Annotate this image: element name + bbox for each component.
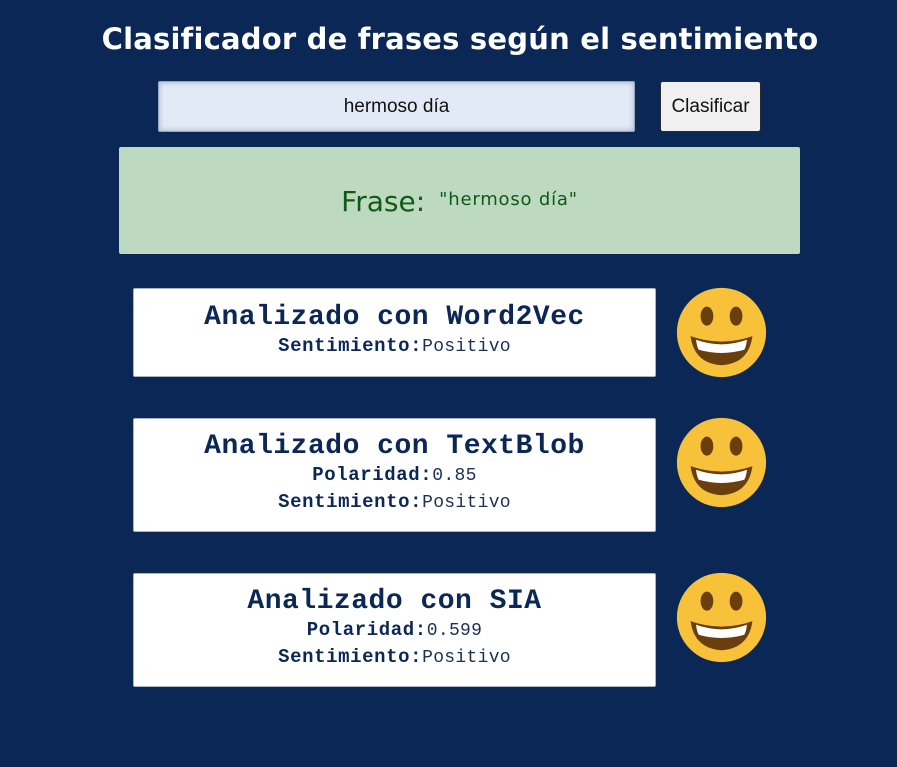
polarity-label: Polaridad:	[306, 618, 427, 641]
grinning-face-icon	[676, 572, 767, 663]
sia-card-title: Analizado con SIA	[247, 585, 542, 617]
textblob-polarity-row: Polaridad:0.85	[312, 462, 476, 489]
phrase-input[interactable]	[158, 81, 635, 132]
sia-result-card: Analizado con SIA Polaridad:0.599 Sentim…	[133, 573, 656, 687]
sia-polarity-row: Polaridad:0.599	[307, 617, 483, 644]
word2vec-card-title: Analizado con Word2Vec	[204, 301, 585, 333]
phrase-banner: Frase: "hermoso día"	[119, 147, 800, 254]
sia-sentiment-row: Sentimiento:Positivo	[278, 644, 511, 671]
sentiment-value: Positivo	[422, 647, 511, 668]
sentiment-label: Sentimiento:	[278, 490, 423, 513]
textblob-sentiment-row: Sentimiento:Positivo	[278, 489, 511, 516]
grinning-face-icon	[676, 287, 767, 378]
polarity-value: 0.599	[426, 620, 483, 641]
page-title: Clasificador de frases según el sentimie…	[101, 22, 819, 56]
sentiment-value: Positivo	[422, 336, 511, 357]
sentiment-label: Sentimiento:	[278, 334, 423, 357]
textblob-card-title: Analizado con TextBlob	[204, 430, 585, 462]
sentiment-value: Positivo	[422, 492, 511, 513]
polarity-label: Polaridad:	[312, 463, 433, 486]
phrase-label: Frase:	[341, 185, 426, 218]
classify-button[interactable]: Clasificar	[660, 81, 761, 132]
word2vec-result-card: Analizado con Word2Vec Sentimiento:Posit…	[133, 288, 656, 377]
polarity-value: 0.85	[432, 465, 477, 486]
textblob-result-card: Analizado con TextBlob Polaridad:0.85 Se…	[133, 418, 656, 532]
phrase-value: "hermoso día"	[439, 189, 578, 210]
grinning-face-icon	[676, 417, 767, 508]
sentiment-label: Sentimiento:	[278, 645, 423, 668]
word2vec-sentiment-row: Sentimiento:Positivo	[278, 333, 511, 360]
